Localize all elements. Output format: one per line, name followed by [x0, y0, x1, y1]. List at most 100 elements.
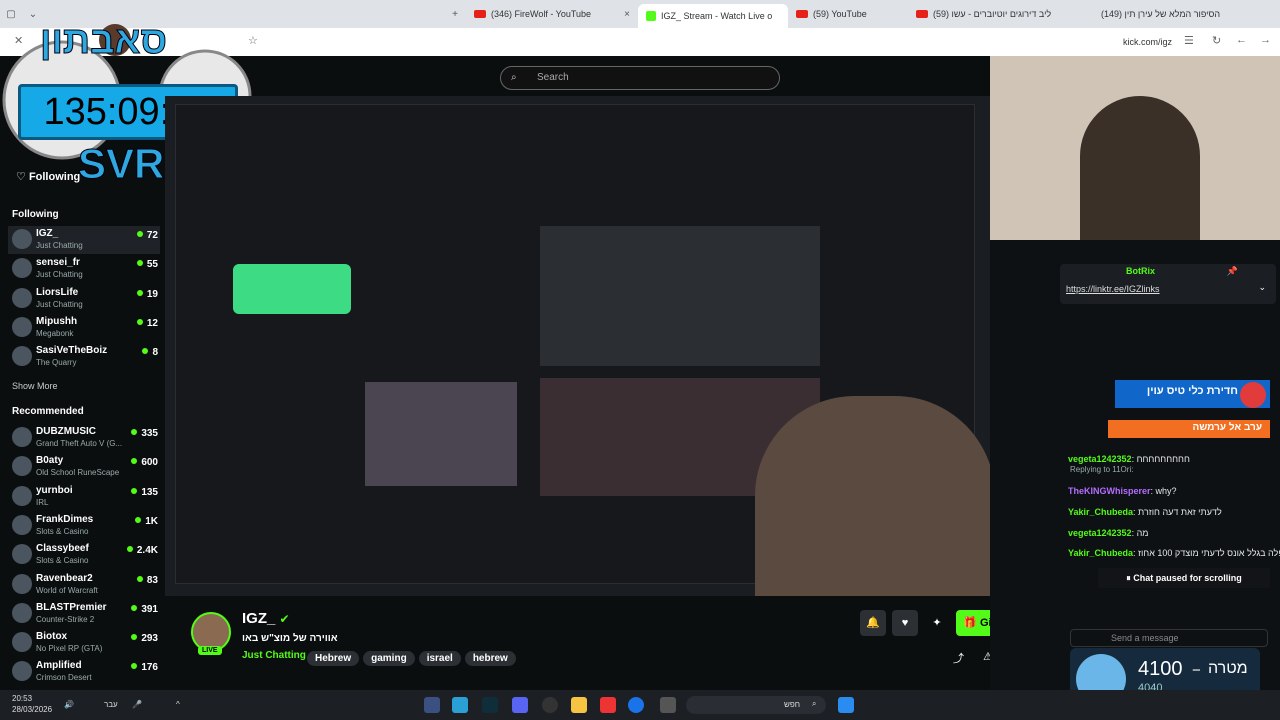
- chat-message[interactable]: vegeta1242352: מה: [1068, 528, 1148, 538]
- chat-text: חחחחחחחחח: [1136, 454, 1190, 464]
- app-icon[interactable]: [482, 697, 498, 713]
- tab-kick-igz[interactable]: IGZ_ Stream - Watch Live o: [638, 4, 788, 28]
- tab-firewolf[interactable]: (346) FireWolf - YouTube: [466, 0, 616, 28]
- chat-message[interactable]: TheKINGWhisperer: why?: [1068, 486, 1177, 496]
- recommended-channel-item[interactable]: B0aty Old School RuneScape 600: [8, 453, 160, 481]
- channel-name: IGZ_: [36, 228, 59, 239]
- chevron-down-icon[interactable]: ⌄: [1258, 282, 1266, 293]
- chat-username[interactable]: TheKINGWhisperer: [1068, 486, 1151, 496]
- chat-username[interactable]: Yakir_Chubeda: [1068, 507, 1133, 517]
- following-channel-item[interactable]: Mipushh Megabonk 12: [8, 314, 160, 342]
- stream-info: LIVE IGZ_ ✔ אווירה של מוצ"ש באו Just Cha…: [165, 600, 1036, 690]
- following-header: Following: [12, 209, 59, 220]
- channel-name[interactable]: IGZ_ ✔: [242, 610, 290, 627]
- tag[interactable]: hebrew: [464, 651, 516, 666]
- media-player-icon[interactable]: [542, 697, 558, 713]
- recommended-channel-item[interactable]: yurnboi IRL 135: [8, 483, 160, 511]
- category-link[interactable]: Just Chatting: [242, 650, 306, 661]
- channel-name: Mipushh: [36, 315, 78, 327]
- language-indicator[interactable]: עבר: [104, 700, 118, 709]
- file-explorer-icon[interactable]: [571, 697, 587, 713]
- video-player[interactable]: [165, 96, 990, 596]
- chat-message[interactable]: Yakir_Chubeda: לדעתי זאת דעה חוזרת: [1068, 507, 1222, 517]
- tab-youtube-ranking[interactable]: (59) ליב דירוגים יוטיוברים - עשו: [908, 0, 1088, 28]
- reply-indicator: Replying to 11Ori:: [1070, 465, 1134, 474]
- avatar: [12, 346, 32, 367]
- pinned-link[interactable]: https://linktr.ee/IGZlinks: [1066, 284, 1160, 294]
- pinned-user[interactable]: BotRix: [1126, 266, 1155, 276]
- channel-category: Slots & Casino: [36, 556, 89, 566]
- tray-chevron-icon[interactable]: ^: [176, 700, 180, 709]
- new-tab-icon[interactable]: +: [444, 9, 466, 20]
- steam-icon[interactable]: [424, 697, 440, 713]
- discord-icon[interactable]: [512, 697, 528, 713]
- tab-youtube-story[interactable]: הסיפור המלא של עירן תין (149): [1088, 0, 1228, 28]
- chat-username[interactable]: Yakir_Chubeda: [1068, 548, 1133, 558]
- recommended-channel-item[interactable]: Classybeef Slots & Casino 2.4K: [8, 541, 160, 569]
- follow-heart-icon[interactable]: ♥: [892, 610, 918, 636]
- avatar: [12, 573, 32, 594]
- tag[interactable]: Hebrew: [307, 651, 360, 666]
- following-channel-item[interactable]: sensei_fr Just Chatting 55: [8, 255, 160, 283]
- tab-youtube[interactable]: (59) YouTube: [788, 0, 908, 28]
- back-icon[interactable]: ←: [1236, 34, 1247, 46]
- avatar: [12, 485, 32, 506]
- tag[interactable]: gaming: [363, 651, 415, 666]
- avatar: [12, 456, 32, 477]
- goal-value: 4100: [1138, 658, 1183, 680]
- viewer-count: 391: [131, 604, 158, 615]
- chat-input[interactable]: Send a message: [1070, 629, 1268, 647]
- chat-paused-button[interactable]: ⏸ Chat paused for scrolling: [1098, 568, 1270, 588]
- chat-username[interactable]: vegeta1242352: [1068, 528, 1132, 538]
- channel-category: Crimson Desert: [36, 673, 92, 683]
- chrome-icon[interactable]: [628, 697, 644, 713]
- channel-category: World of Warcraft: [36, 585, 98, 595]
- recommended-channel-item[interactable]: Biotox No Pixel RP (GTA) 293: [8, 629, 160, 657]
- avatar: [12, 229, 32, 249]
- viewer-count: 176: [131, 662, 158, 673]
- channel-category: Slots & Casino: [36, 526, 89, 536]
- clock-time: 20:53: [12, 694, 33, 703]
- chat-text: מה: [1136, 528, 1149, 538]
- recommended-channel-item[interactable]: FrankDimes Slots & Casino 1K: [8, 512, 160, 540]
- volume-icon[interactable]: 🔊: [64, 700, 74, 709]
- reload-icon[interactable]: ↻: [1212, 34, 1221, 47]
- channel-name: yurnboi: [36, 484, 73, 496]
- following-channel-item[interactable]: LiorsLife Just Chatting 19: [8, 285, 160, 313]
- following-channel-item[interactable]: IGZ_ Just Chatting 72: [8, 226, 160, 254]
- chat-username[interactable]: vegeta1242352: [1068, 454, 1132, 464]
- following-channel-item[interactable]: SasiVeTheBoiz The Quarry 8: [8, 343, 160, 371]
- bell-icon[interactable]: 🔔: [860, 610, 886, 636]
- recommended-channel-item[interactable]: Ravenbear2 World of Warcraft 83: [8, 571, 160, 599]
- viewer-count: 8: [142, 347, 158, 358]
- forward-icon[interactable]: →: [1260, 34, 1271, 46]
- share-icon[interactable]: ⤴: [953, 650, 964, 666]
- channel-name: Ravenbear2: [36, 572, 93, 584]
- recommended-channel-item[interactable]: Amplified Crimson Desert 176: [8, 658, 160, 686]
- taskbar-search[interactable]: חפש ⌕: [686, 696, 826, 714]
- windows-start-icon[interactable]: [838, 697, 854, 713]
- page-settings-icon[interactable]: ☰: [1184, 34, 1194, 47]
- telegram-icon[interactable]: [452, 697, 468, 713]
- chat-message[interactable]: Yakir_Chubeda: הפלה בגלל אונס לדעתי מוצד…: [1068, 548, 1280, 558]
- show-more-link[interactable]: Show More: [12, 381, 58, 391]
- mic-icon[interactable]: 🎤: [132, 700, 142, 709]
- channel-category: The Quarry: [36, 358, 77, 368]
- window-icon[interactable]: [660, 697, 676, 713]
- viewer-count: 83: [137, 575, 158, 586]
- viewer-count: 135: [131, 487, 158, 498]
- tag[interactable]: israel: [418, 651, 461, 666]
- url-text[interactable]: kick.com/igz: [1123, 37, 1172, 47]
- recommended-header: Recommended: [12, 406, 84, 417]
- recommended-channel-item[interactable]: DUBZMUSIC Grand Theft Auto V (G... 335: [8, 424, 160, 452]
- tab-close-icon[interactable]: ×: [616, 9, 638, 20]
- pin-icon[interactable]: 📌: [1227, 266, 1238, 277]
- viewer-count: 1K: [135, 516, 158, 527]
- sparkle-icon[interactable]: ✦: [924, 610, 950, 636]
- recommended-channel-item[interactable]: BLASTPremier Counter-Strike 2 391: [8, 600, 160, 628]
- chat-message[interactable]: vegeta1242352: חחחחחחחחח: [1068, 454, 1190, 464]
- app-red-icon[interactable]: [600, 697, 616, 713]
- search-input[interactable]: ⌕ Search: [500, 66, 780, 90]
- verified-icon: ✔: [279, 612, 290, 626]
- webcam-inset: [365, 382, 517, 486]
